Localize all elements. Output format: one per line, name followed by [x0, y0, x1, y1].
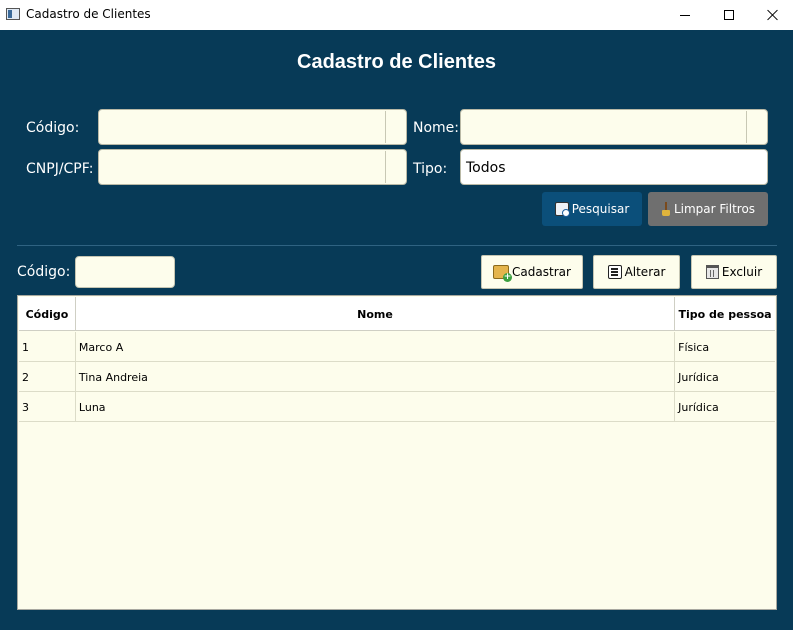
clients-table[interactable]: Código Nome Tipo de pessoa 1 Marco A Fís… — [17, 295, 777, 610]
clear-filters-button[interactable]: Limpar Filtros — [648, 192, 768, 226]
nome-filter-label: Nome: — [413, 120, 460, 136]
field-separator — [385, 151, 386, 183]
title-bar: Cadastro de Clientes — [0, 0, 793, 30]
minimize-icon — [680, 14, 690, 16]
cell-codigo: 3 — [19, 392, 76, 422]
field-separator — [385, 111, 386, 143]
window-title: Cadastro de Clientes — [26, 7, 151, 21]
codigo-label: Código: — [17, 264, 71, 280]
close-icon — [767, 9, 779, 21]
cell-tipo: Física — [678, 340, 710, 354]
cell-codigo: 2 — [19, 362, 76, 392]
tipo-filter-select[interactable]: Todos — [460, 149, 768, 185]
table-row[interactable]: 3 Luna Jurídica — [19, 392, 775, 422]
cnpj-cpf-filter-input[interactable] — [98, 149, 407, 185]
close-button[interactable] — [750, 0, 793, 30]
app-window-icon — [6, 8, 20, 20]
column-header-nome[interactable]: Nome — [76, 297, 676, 331]
delete-client-button[interactable]: Excluir — [691, 255, 777, 289]
table-row[interactable]: 2 Tina Andreia Jurídica — [19, 362, 775, 392]
minimize-button[interactable] — [662, 0, 708, 30]
search-button-label: Pesquisar — [571, 202, 630, 216]
codigo-filter-input[interactable] — [98, 109, 407, 145]
table-row[interactable]: 1 Marco A Física — [19, 332, 775, 362]
cell-nome: Marco A — [76, 332, 676, 362]
search-icon — [554, 202, 570, 217]
edit-client-label: Alterar — [624, 265, 666, 279]
maximize-icon — [724, 10, 734, 20]
add-client-button[interactable]: Cadastrar — [481, 255, 583, 289]
main-panel: Cadastro de Clientes Código: Nome: CNPJ/… — [0, 30, 793, 630]
cnpj-cpf-filter-label: CNPJ/CPF: — [26, 161, 94, 177]
codigo-input[interactable] — [75, 256, 175, 288]
tipo-filter-label: Tipo: — [413, 161, 448, 177]
column-header-codigo[interactable]: Código — [19, 297, 76, 331]
section-divider — [17, 245, 777, 246]
add-folder-icon — [493, 265, 513, 282]
column-header-tipo[interactable]: Tipo de pessoa — [675, 297, 775, 331]
field-separator — [746, 111, 747, 143]
nome-filter-input[interactable] — [460, 109, 768, 145]
edit-client-button[interactable]: Alterar — [593, 255, 680, 289]
maximize-button[interactable] — [706, 0, 752, 30]
broom-icon — [661, 202, 671, 216]
add-client-label: Cadastrar — [512, 265, 571, 279]
delete-client-label: Excluir — [721, 265, 763, 279]
table-header: Código Nome Tipo de pessoa — [19, 297, 775, 331]
clear-filters-label: Limpar Filtros — [673, 202, 756, 216]
page-title: Cadastro de Clientes — [297, 51, 496, 73]
edit-document-icon — [607, 265, 622, 279]
cell-tipo: Jurídica — [678, 400, 719, 414]
cell-nome: Luna — [76, 392, 676, 422]
search-button[interactable]: Pesquisar — [542, 192, 642, 226]
cell-tipo: Jurídica — [678, 370, 719, 384]
cell-nome: Tina Andreia — [76, 362, 676, 392]
codigo-filter-label: Código: — [26, 120, 80, 136]
cell-codigo: 1 — [19, 332, 76, 362]
trash-icon — [705, 265, 719, 279]
